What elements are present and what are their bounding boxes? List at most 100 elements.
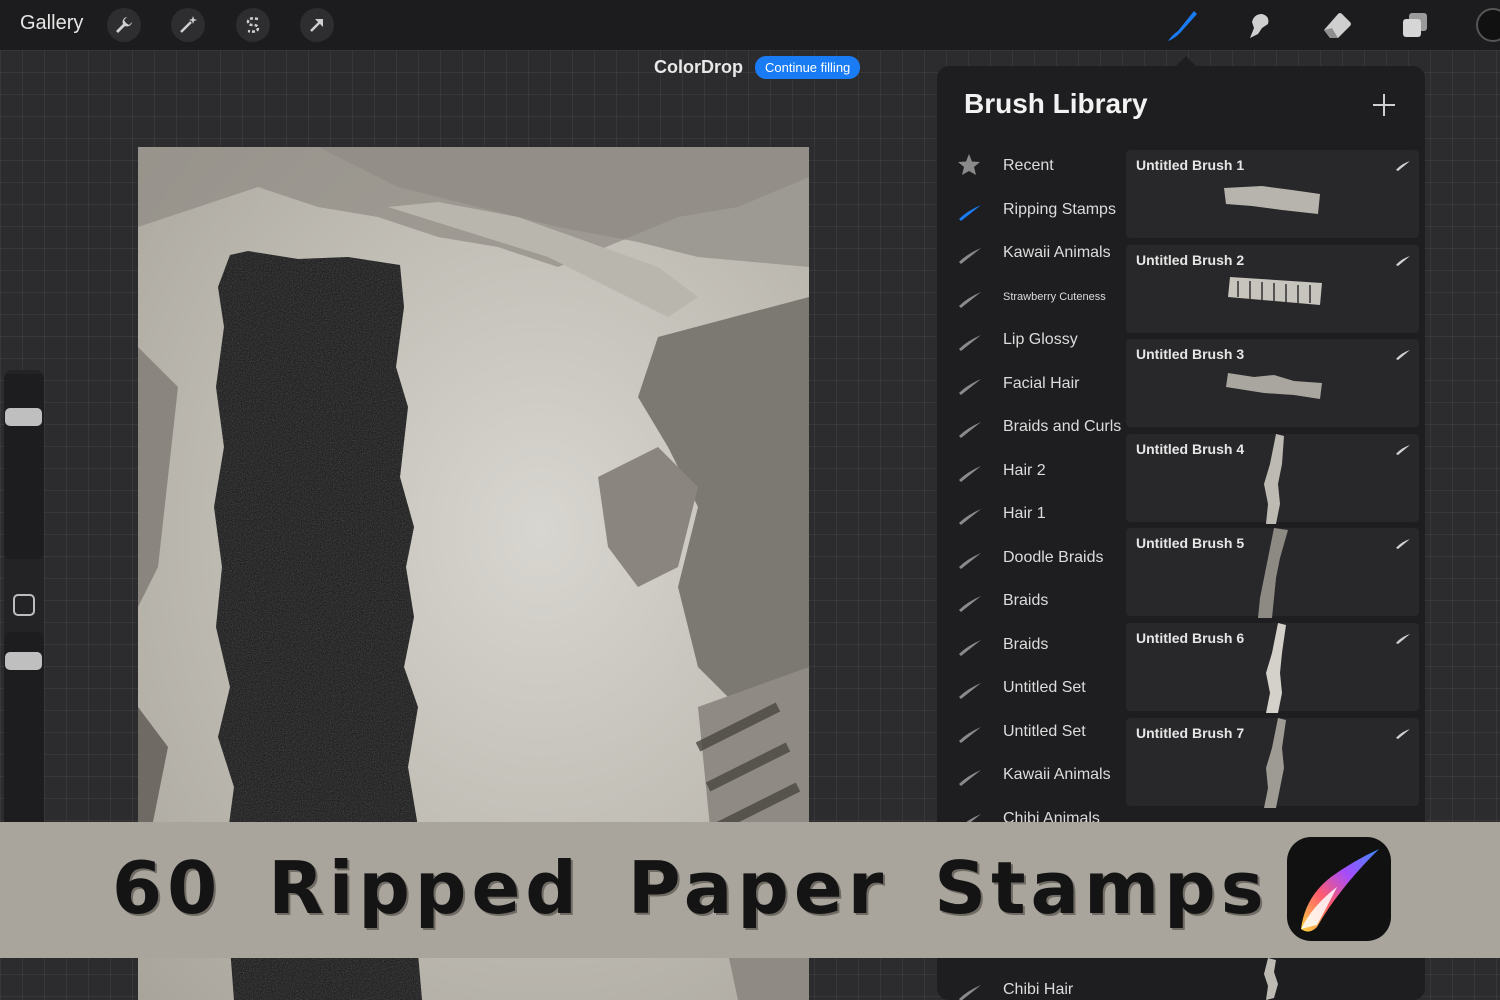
brush-set-label: Strawberry Cuteness xyxy=(1003,290,1106,303)
brush-name: Untitled Brush 6 xyxy=(1136,630,1245,646)
brush-set-icon xyxy=(957,545,983,571)
brush-set-label: Ripping Stamps xyxy=(1003,200,1116,218)
brush-set-icon xyxy=(957,284,983,310)
brush-set-item[interactable]: Hair 1 xyxy=(937,494,1125,534)
opacity-slider[interactable] xyxy=(4,632,44,840)
layers-icon[interactable] xyxy=(1395,6,1435,44)
brush-set-icon xyxy=(957,197,983,223)
brush-set-icon xyxy=(957,458,983,484)
brush-set-label: Kawaii Animals xyxy=(1003,244,1111,261)
brush-card[interactable]: Untitled Brush 2 xyxy=(1126,244,1419,333)
brush-set-item[interactable]: Doodle Braids xyxy=(937,538,1125,578)
brush-stroke-preview xyxy=(1222,184,1322,221)
brush-mini-icon xyxy=(1395,726,1411,739)
brush-set-item[interactable]: Facial Hair xyxy=(937,364,1125,404)
brush-name: Untitled Brush 7 xyxy=(1136,724,1245,741)
brush-set-item[interactable]: Untitled Set xyxy=(937,712,1125,752)
brush-library-title: Brush Library xyxy=(964,88,1148,119)
modify-button[interactable] xyxy=(13,594,35,616)
brush-set-item[interactable]: Strawberry Cuteness xyxy=(937,277,1125,317)
brush-set-item[interactable]: Ripping Stamps xyxy=(937,190,1125,230)
brush-card[interactable]: Untitled Brush 4 xyxy=(1126,433,1419,524)
promo-banner: 60 Ripped Paper Stamps xyxy=(0,822,1500,958)
banner-headline: 60 Ripped Paper Stamps xyxy=(112,846,1269,930)
brush-set-icon xyxy=(957,977,983,1000)
magic-wand-icon[interactable] xyxy=(171,8,205,42)
brush-set-item[interactable]: Recent xyxy=(937,146,1125,186)
brush-mini-icon xyxy=(1395,347,1411,361)
brush-mini-icon xyxy=(1395,253,1411,266)
brush-set-label: Kawaii Animals xyxy=(1003,766,1111,783)
selection-s-icon[interactable] xyxy=(236,8,270,42)
brush-name: Untitled Brush 1 xyxy=(1136,157,1245,173)
brush-stroke-preview xyxy=(1258,623,1288,718)
brush-stroke-preview xyxy=(1258,433,1288,529)
brush-set-label: Chibi Hair xyxy=(1003,981,1074,998)
gallery-button[interactable]: Gallery xyxy=(20,12,83,35)
brush-set-icon xyxy=(957,632,983,658)
brush-set-label: Hair 1 xyxy=(1003,505,1046,522)
brush-mini-icon xyxy=(1395,631,1411,644)
brush-set-item[interactable]: Braids xyxy=(937,625,1125,665)
brush-size-slider[interactable] xyxy=(4,374,44,559)
continue-filling-button[interactable]: Continue filling xyxy=(755,56,861,79)
brush-mini-icon xyxy=(1395,536,1411,550)
brush-set-item[interactable]: Lip Glossy xyxy=(937,320,1125,360)
brush-mini-icon xyxy=(1395,158,1411,171)
brush-name: Untitled Brush 5 xyxy=(1136,535,1245,552)
brush-set-item[interactable]: Kawaii Animals xyxy=(937,755,1125,795)
eraser-icon[interactable] xyxy=(1317,6,1357,44)
brush-stroke-preview xyxy=(1264,958,1278,1000)
brush-set-item[interactable]: Kawaii Animals xyxy=(937,233,1125,273)
brush-stroke-preview xyxy=(1226,275,1326,312)
wrench-icon[interactable] xyxy=(107,8,141,42)
color-picker-well[interactable] xyxy=(1476,8,1500,42)
procreate-logo-icon xyxy=(1287,837,1391,941)
brush-set-icon xyxy=(957,371,983,397)
brush-mini-icon xyxy=(1395,442,1411,455)
brush-set-icon xyxy=(957,327,983,353)
brush-set-label: Hair 2 xyxy=(1003,461,1046,479)
brush-set-icon xyxy=(957,762,983,788)
brush-set-label: Doodle Braids xyxy=(1003,548,1104,566)
brush-set-label: Lip Glossy xyxy=(1003,331,1078,348)
brush-name: Untitled Brush 3 xyxy=(1136,346,1245,363)
brush-stroke-preview xyxy=(1224,369,1324,406)
add-brush-set-icon[interactable] xyxy=(1369,90,1399,120)
brush-stroke-preview xyxy=(1258,717,1288,813)
brush-icon[interactable] xyxy=(1162,6,1202,44)
brush-set-label: Braids and Curls xyxy=(1003,418,1122,435)
brush-set-item[interactable]: Braids and Curls xyxy=(937,407,1125,447)
brush-card[interactable]: Untitled Brush 7 xyxy=(1126,717,1419,808)
brush-set-icon xyxy=(957,588,983,614)
smudge-icon[interactable] xyxy=(1239,6,1279,44)
brush-set-label: Braids xyxy=(1003,592,1049,609)
left-sidebar xyxy=(4,370,44,840)
transform-arrow-icon[interactable] xyxy=(300,8,334,42)
brush-set-icon xyxy=(957,501,983,527)
panel-caret xyxy=(1176,56,1196,66)
opacity-thumb[interactable] xyxy=(5,652,42,670)
brush-name: Untitled Brush 2 xyxy=(1136,251,1245,268)
brush-card[interactable]: Untitled Brush 6 xyxy=(1126,623,1419,713)
brush-set-label: Facial Hair xyxy=(1003,374,1080,392)
brush-card[interactable]: Untitled Brush 5 xyxy=(1126,528,1419,619)
star-icon xyxy=(957,153,983,179)
brush-set-icon xyxy=(957,719,983,745)
brush-set-label: Braids xyxy=(1003,635,1049,653)
brush-set-item[interactable]: Braids xyxy=(937,581,1125,621)
brush-set-label: Untitled Set xyxy=(1003,679,1086,696)
brush-set-icon xyxy=(957,240,983,266)
brush-set-item[interactable]: Untitled Set xyxy=(937,668,1125,708)
brush-name: Untitled Brush 4 xyxy=(1136,440,1245,457)
brush-set-icon xyxy=(957,675,983,701)
brush-set-label: Recent xyxy=(1003,157,1054,174)
brush-card[interactable]: Untitled Brush 1 xyxy=(1126,150,1419,238)
brush-set-label: Untitled Set xyxy=(1003,722,1086,740)
brush-size-thumb[interactable] xyxy=(5,408,42,426)
colordrop-title: ColorDrop xyxy=(654,57,743,77)
brush-set-item[interactable]: Chibi Hair xyxy=(937,970,1125,1000)
colordrop-banner: ColorDrop Continue filling xyxy=(654,56,861,79)
brush-card[interactable]: Untitled Brush 3 xyxy=(1126,339,1419,428)
brush-set-item[interactable]: Hair 2 xyxy=(937,451,1125,491)
